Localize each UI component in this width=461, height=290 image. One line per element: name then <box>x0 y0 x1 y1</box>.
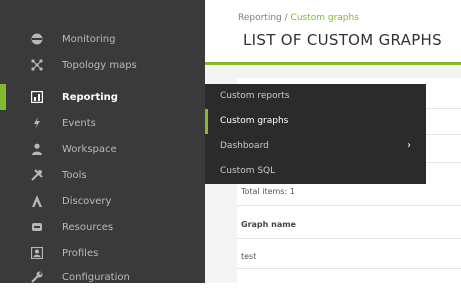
sidebar-item-label: Reporting <box>62 91 118 103</box>
submenu-item-custom-sql[interactable]: Custom SQL <box>205 159 426 184</box>
sidebar-item-tools[interactable]: Tools <box>0 162 205 188</box>
sidebar-item-monitoring[interactable]: Monitoring <box>0 26 205 52</box>
reporting-submenu: Custom reports Custom graphs Dashboard ›… <box>205 84 426 184</box>
sidebar-item-topology-maps[interactable]: Topology maps <box>0 52 205 78</box>
submenu-item-label: Dashboard <box>220 141 269 151</box>
page-title: LIST OF CUSTOM GRAPHS <box>243 31 442 49</box>
divider <box>237 238 461 239</box>
sidebar-item-discovery[interactable]: Discovery <box>0 188 205 214</box>
lightning-icon <box>30 116 44 130</box>
divider <box>237 268 461 269</box>
breadcrumb-current: Custom graphs <box>290 13 359 23</box>
breadcrumb-parent[interactable]: Reporting <box>238 13 282 23</box>
sidebar-item-label: Configuration <box>62 271 130 283</box>
user-icon <box>30 142 44 156</box>
active-indicator <box>0 84 6 110</box>
total-items-text: Total items: 1 <box>241 187 295 196</box>
breadcrumb-separator: / <box>281 13 291 23</box>
active-indicator <box>205 109 208 134</box>
discovery-icon <box>30 194 44 208</box>
sidebar-item-configuration[interactable]: Configuration <box>0 264 205 290</box>
sidebar-item-label: Events <box>62 117 96 129</box>
submenu-item-label: Custom graphs <box>220 116 289 126</box>
submenu-item-custom-graphs[interactable]: Custom graphs <box>205 109 426 134</box>
sidebar: Monitoring Topology maps Reporting Event… <box>0 0 205 283</box>
monitoring-icon <box>30 32 44 46</box>
sidebar-item-reporting[interactable]: Reporting <box>0 84 205 110</box>
wrench-icon <box>30 270 44 284</box>
resources-icon <box>30 220 44 234</box>
sidebar-item-label: Workspace <box>62 143 117 155</box>
chevron-right-icon: › <box>407 140 411 151</box>
sidebar-item-profiles[interactable]: Profiles <box>0 240 205 266</box>
tools-icon <box>30 168 44 182</box>
sidebar-item-resources[interactable]: Resources <box>0 214 205 240</box>
submenu-item-label: Custom reports <box>220 91 290 101</box>
reporting-icon <box>30 90 44 104</box>
sidebar-item-label: Profiles <box>62 247 99 259</box>
breadcrumb: Reporting / Custom graphs <box>238 13 359 23</box>
divider <box>237 205 461 206</box>
submenu-item-label: Custom SQL <box>220 166 276 176</box>
column-header-graph-name[interactable]: Graph name <box>241 220 296 229</box>
sidebar-item-label: Resources <box>62 221 114 233</box>
topology-icon <box>30 58 44 72</box>
profile-icon <box>30 246 44 260</box>
sidebar-item-label: Monitoring <box>62 33 116 45</box>
submenu-item-custom-reports[interactable]: Custom reports <box>205 84 426 109</box>
sidebar-item-events[interactable]: Events <box>0 110 205 136</box>
sidebar-item-label: Topology maps <box>62 59 137 71</box>
sidebar-item-label: Tools <box>62 169 87 181</box>
sidebar-item-label: Discovery <box>62 195 112 207</box>
sidebar-item-workspace[interactable]: Workspace <box>0 136 205 162</box>
page-header: Reporting / Custom graphs LIST OF CUSTOM… <box>205 0 461 62</box>
table-row[interactable]: test <box>241 252 256 261</box>
submenu-item-dashboard[interactable]: Dashboard › <box>205 134 426 159</box>
